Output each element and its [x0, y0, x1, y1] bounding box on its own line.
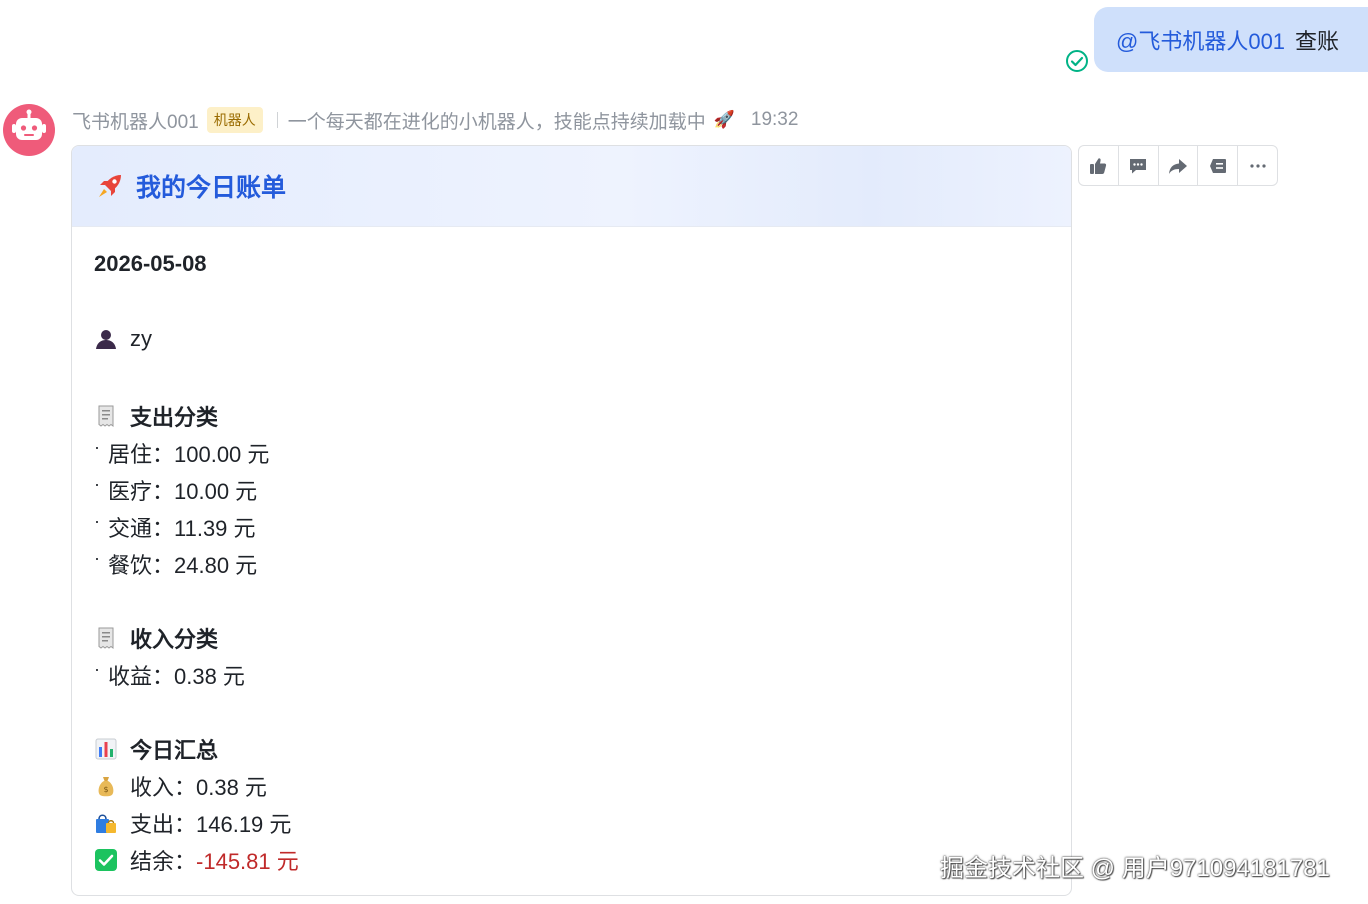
forward-button[interactable] — [1159, 146, 1199, 185]
income-section-title: 收入分类 — [94, 622, 218, 654]
message-meta: 飞书机器人001 机器人 一个每天都在进化的小机器人，技能点持续加载中 🚀 19… — [72, 106, 798, 134]
receipt-icon — [98, 405, 114, 427]
meta-divider — [276, 112, 278, 128]
income-item-earnings: 收益：0.38 元 — [108, 664, 245, 689]
list-item: · 居住：100.00 元 — [94, 436, 270, 468]
summary-income: 收入：0.38 元 — [130, 775, 267, 800]
expense-item-medical: 医疗：10.00 元 — [108, 479, 258, 504]
bot-badge: 机器人 — [206, 107, 263, 133]
summary-expense: 支出：146.19 元 — [130, 812, 292, 837]
rocket-icon: 🚀 — [713, 110, 735, 129]
bot-name[interactable]: 飞书机器人001 — [72, 107, 199, 134]
check-box-icon — [95, 849, 117, 871]
income-title-text: 收入分类 — [130, 627, 219, 652]
expense-title-text: 支出分类 — [130, 405, 219, 430]
outgoing-message-bubble[interactable]: @飞书机器人001 查账 — [1094, 7, 1368, 72]
read-check-icon — [1066, 50, 1088, 72]
more-button[interactable] — [1238, 146, 1277, 185]
bar-chart-icon — [95, 738, 117, 760]
list-item: · 交通：11.39 元 — [94, 510, 256, 542]
watermark: 掘金技术社区 @ 用户971094181781 — [940, 855, 1330, 882]
quote-icon — [1209, 158, 1226, 173]
summary-balance-label: 结余： — [130, 849, 197, 874]
bot-signature: 一个每天都在进化的小机器人，技能点持续加载中 — [287, 111, 706, 133]
summary-balance-row: 结余： -145.81 元 — [94, 844, 299, 876]
comment-icon — [1130, 158, 1147, 173]
message-text: 查账 — [1295, 28, 1340, 54]
bill-date: 2026-05-08 — [94, 251, 207, 276]
expense-item-transport: 交通：11.39 元 — [108, 516, 256, 541]
forward-icon — [1168, 158, 1187, 174]
list-item: · 餐饮：24.80 元 — [94, 547, 258, 579]
card-header: 我的今日账单 — [72, 146, 1071, 227]
reply-button[interactable] — [1119, 146, 1159, 185]
mention-link[interactable]: @飞书机器人001 — [1116, 24, 1285, 56]
summary-expense-row: 支出：146.19 元 — [94, 807, 291, 839]
expense-item-housing: 居住：100.00 元 — [108, 442, 270, 467]
user-name: zy — [130, 326, 152, 351]
expense-item-dining: 餐饮：24.80 元 — [108, 553, 258, 578]
bot-avatar[interactable] — [3, 104, 55, 156]
user-row: zy — [94, 326, 152, 352]
list-item: · 医疗：10.00 元 — [94, 473, 258, 505]
message-action-toolbar — [1078, 145, 1278, 186]
list-item: · 收益：0.38 元 — [94, 658, 245, 690]
thumbs-up-icon — [1090, 157, 1107, 174]
like-button[interactable] — [1079, 146, 1119, 185]
summary-section-title: 今日汇总 — [94, 733, 218, 765]
user-icon — [96, 330, 116, 349]
summary-income-row: $ 收入：0.38 元 — [94, 770, 267, 802]
expense-section-title: 支出分类 — [94, 400, 218, 432]
summary-balance-value: -145.81 元 — [196, 849, 299, 874]
message-time: 19:32 — [750, 109, 799, 130]
quote-button[interactable] — [1198, 146, 1239, 185]
bill-card: 我的今日账单 2026-05-08 zy 支出分类 · 居住：100.00 元 ·… — [71, 145, 1072, 896]
more-icon — [1249, 163, 1266, 168]
svg-text:$: $ — [103, 785, 108, 794]
money-bag-icon: $ — [98, 777, 114, 797]
rocket-icon — [99, 175, 121, 197]
receipt-icon — [98, 627, 114, 649]
summary-title-text: 今日汇总 — [130, 738, 219, 763]
shopping-bags-icon — [96, 814, 116, 833]
card-title: 我的今日账单 — [136, 174, 287, 202]
